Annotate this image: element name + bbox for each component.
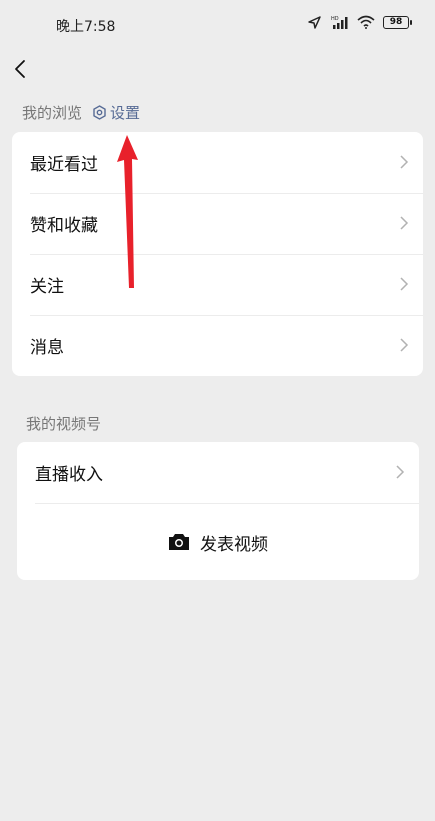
- camera-icon: [169, 534, 189, 550]
- status-icons: HD 98: [308, 15, 412, 29]
- browse-section-header: 我的浏览 设置: [22, 102, 140, 123]
- location-icon: [308, 15, 321, 29]
- battery-level: 98: [389, 16, 403, 27]
- settings-label: 设置: [110, 104, 141, 122]
- chevron-right-icon: [396, 465, 405, 479]
- back-arrow-icon: [15, 60, 25, 78]
- annotation-arrow: [117, 135, 138, 288]
- publish-video-label: 发表视频: [200, 534, 268, 555]
- list-item-label: 关注: [30, 277, 64, 297]
- list-item-label: 赞和收藏: [30, 216, 98, 236]
- battery-icon: 98: [383, 15, 412, 29]
- wifi-icon: [357, 15, 375, 29]
- status-time: 晚上7:58: [56, 19, 116, 35]
- list-item-likes-favorites[interactable]: 赞和收藏: [12, 193, 423, 254]
- status-bar: 晚上7:58 HD 98: [0, 0, 435, 48]
- browse-card: 最近看过 赞和收藏 关注 消息: [12, 132, 423, 376]
- chevron-right-icon: [400, 277, 409, 291]
- list-item-live-income[interactable]: 直播收入: [17, 442, 419, 503]
- signal-icon: HD: [331, 16, 348, 29]
- channels-card: 直播收入 发表视频: [17, 442, 419, 580]
- svg-text:HD: HD: [331, 16, 339, 22]
- list-item-recently-viewed[interactable]: 最近看过: [12, 132, 423, 193]
- list-item-label: 直播收入: [35, 465, 103, 485]
- list-item-messages[interactable]: 消息: [12, 315, 423, 376]
- list-item-label: 最近看过: [30, 155, 98, 175]
- chevron-right-icon: [400, 155, 409, 169]
- back-button[interactable]: [10, 54, 34, 82]
- channels-section-title: 我的视频号: [26, 415, 102, 433]
- channels-section-header: 我的视频号: [26, 413, 101, 434]
- list-item-following[interactable]: 关注: [12, 254, 423, 315]
- chevron-right-icon: [400, 338, 409, 352]
- browse-section-title: 我的浏览: [22, 104, 83, 122]
- chevron-right-icon: [400, 216, 409, 230]
- settings-link[interactable]: 设置: [92, 102, 140, 123]
- hexagon-gear-icon: [93, 105, 106, 120]
- nav-bar: [0, 48, 435, 92]
- publish-video-button[interactable]: 发表视频: [17, 503, 419, 581]
- list-item-label: 消息: [30, 338, 64, 358]
